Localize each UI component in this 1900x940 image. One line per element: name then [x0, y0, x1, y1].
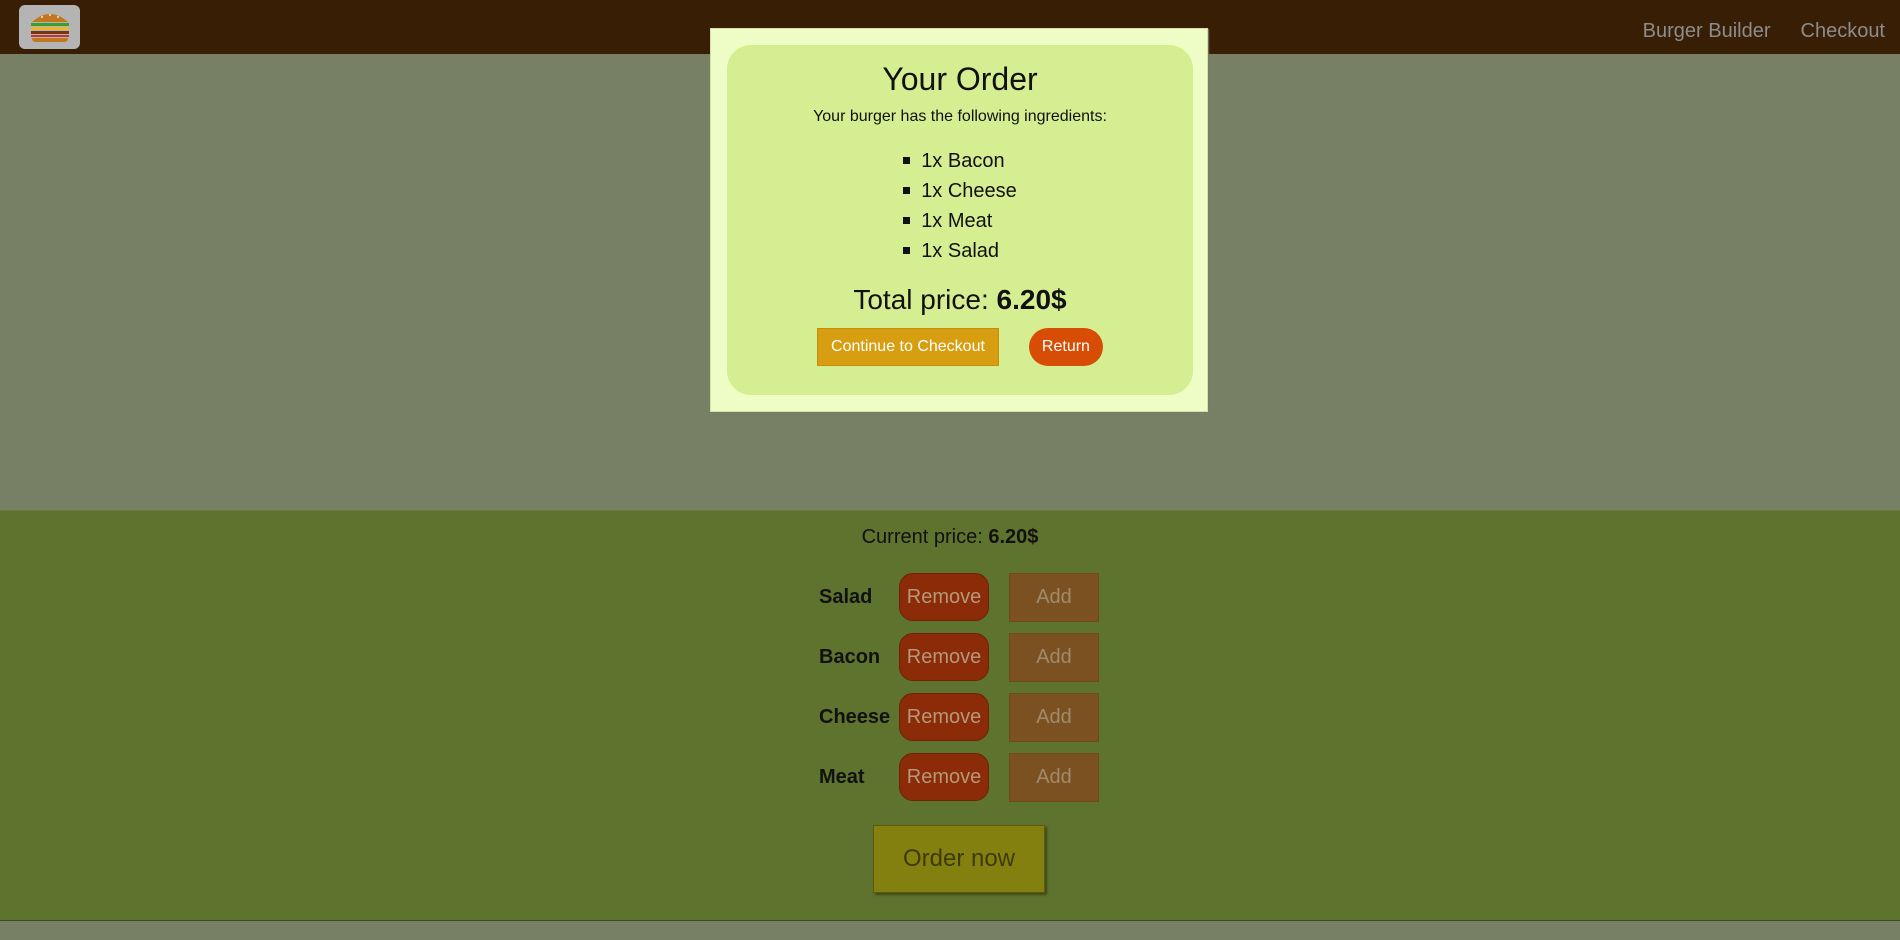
total-price-label: Total price: — [853, 284, 989, 315]
add-salad-button[interactable]: Add — [1009, 572, 1099, 622]
remove-salad-button[interactable]: Remove — [899, 573, 989, 621]
nav-link-burger-builder[interactable]: Burger Builder — [1628, 0, 1786, 54]
bottom-strip — [0, 920, 1900, 940]
control-row-cheese: Cheese Remove Add — [819, 692, 1099, 742]
nav: Burger Builder Checkout — [1628, 0, 1900, 54]
current-price-value: 6.20$ — [988, 526, 1039, 548]
remove-bacon-button[interactable]: Remove — [899, 633, 989, 681]
modal-buttons: Continue to Checkout Return — [727, 328, 1193, 366]
page: Burger Builder Checkout Current price: 6… — [0, 0, 1900, 940]
build-controls: Current price: 6.20$ Salad Remove Add Ba… — [0, 511, 1900, 920]
control-row-salad: Salad Remove Add — [819, 572, 1099, 622]
logo[interactable] — [19, 5, 80, 49]
total-price: Total price: 6.20$ — [727, 284, 1193, 316]
control-label: Bacon — [819, 645, 881, 668]
add-cheese-button[interactable]: Add — [1009, 692, 1099, 742]
order-summary: Your Order Your burger has the following… — [727, 45, 1193, 395]
control-label: Cheese — [819, 705, 891, 728]
return-button[interactable]: Return — [1028, 328, 1103, 366]
current-price-label: Current price: — [861, 526, 983, 548]
add-bacon-button[interactable]: Add — [1009, 632, 1099, 682]
add-meat-button[interactable]: Add — [1009, 752, 1099, 802]
total-price-value: 6.20$ — [996, 284, 1067, 315]
ingredient-list: 1x Bacon 1x Cheese 1x Meat 1x Salad — [903, 146, 1017, 266]
modal-title: Your Order — [882, 61, 1038, 97]
ingredient-item: 1x Salad — [903, 236, 1017, 266]
order-summary-modal: Your Order Your burger has the following… — [710, 28, 1208, 412]
ingredient-item: 1x Meat — [903, 206, 1017, 236]
control-row-bacon: Bacon Remove Add — [819, 632, 1099, 682]
control-row-meat: Meat Remove Add — [819, 752, 1099, 802]
remove-meat-button[interactable]: Remove — [899, 753, 989, 801]
ingredient-item: 1x Bacon — [903, 146, 1017, 176]
control-label: Salad — [819, 585, 873, 608]
burger-icon — [30, 14, 69, 42]
nav-link-checkout[interactable]: Checkout — [1786, 0, 1900, 54]
ingredient-item: 1x Cheese — [903, 176, 1017, 206]
order-now-button[interactable]: Order now — [873, 825, 1045, 893]
modal-description: Your burger has the following ingredient… — [813, 108, 1107, 125]
remove-cheese-button[interactable]: Remove — [899, 693, 989, 741]
control-label: Meat — [819, 765, 865, 788]
continue-to-checkout-button[interactable]: Continue to Checkout — [817, 328, 999, 366]
current-price: Current price: 6.20$ — [0, 526, 1900, 549]
